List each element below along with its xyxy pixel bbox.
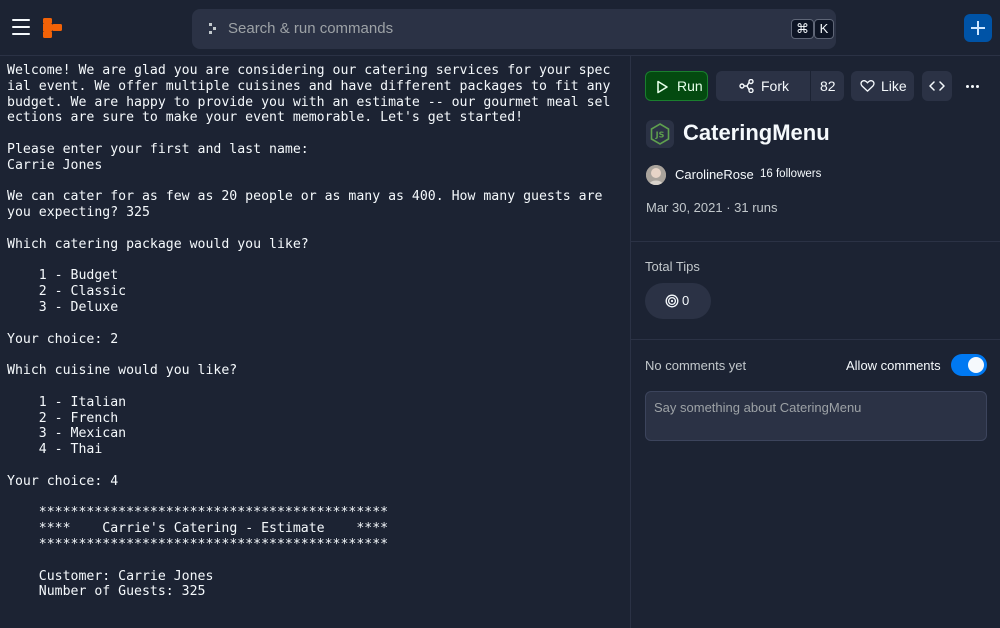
more-options-icon[interactable] (961, 71, 985, 101)
shortcut-k-key: K (814, 19, 834, 39)
run-label: Run (677, 78, 703, 94)
toggle-knob (968, 357, 984, 373)
top-bar: Search & run commands ⌘ K (0, 0, 1000, 56)
search-command-bar[interactable]: Search & run commands ⌘ K (192, 9, 836, 49)
fork-label: Fork (761, 78, 789, 94)
tip-button[interactable]: 0 (645, 283, 711, 319)
command-dots-icon (209, 23, 216, 34)
repl-title: CateringMenu (683, 120, 830, 145)
heart-icon (860, 80, 875, 92)
author-avatar[interactable] (646, 165, 666, 185)
repl-info-panel: Run Fork 82 Like JS CateringMenu Carolin… (631, 56, 1000, 628)
author-username-link[interactable]: CarolineRose (675, 167, 754, 182)
replit-logo-icon[interactable] (42, 17, 64, 39)
svg-text:JS: JS (655, 131, 665, 140)
allow-comments-label: Allow comments (846, 358, 941, 373)
menu-icon[interactable] (12, 19, 30, 35)
avatar-image (646, 165, 666, 185)
fork-button[interactable]: Fork 82 (716, 71, 844, 101)
nodejs-language-icon: JS (646, 120, 674, 148)
total-tips-label: Total Tips (645, 259, 700, 274)
repl-meta: Mar 30, 2021 · 31 runs (646, 200, 778, 215)
section-divider (631, 241, 1000, 242)
cycles-spiral-icon (665, 294, 679, 308)
section-divider (631, 339, 1000, 340)
console-text: Welcome! We are glad you are considering… (7, 63, 611, 600)
search-placeholder: Search & run commands (228, 20, 394, 37)
fork-icon (739, 79, 754, 93)
like-button[interactable]: Like (851, 71, 914, 101)
run-button[interactable]: Run (645, 71, 708, 101)
no-comments-text: No comments yet (645, 358, 747, 373)
code-icon (929, 81, 945, 91)
total-tips-value: 0 (682, 293, 690, 308)
allow-comments-toggle[interactable] (951, 354, 987, 376)
fork-count-separator (810, 71, 811, 101)
fork-count[interactable]: 82 (820, 71, 836, 101)
create-repl-button[interactable] (964, 14, 992, 42)
console-output-panel[interactable]: Welcome! We are glad you are considering… (0, 56, 630, 628)
author-followers: 16 followers (760, 168, 822, 180)
shortcut-command-key: ⌘ (791, 19, 814, 39)
comment-input[interactable] (645, 391, 987, 441)
like-label: Like (881, 78, 907, 94)
play-icon (657, 80, 668, 94)
view-code-button[interactable] (922, 71, 952, 101)
